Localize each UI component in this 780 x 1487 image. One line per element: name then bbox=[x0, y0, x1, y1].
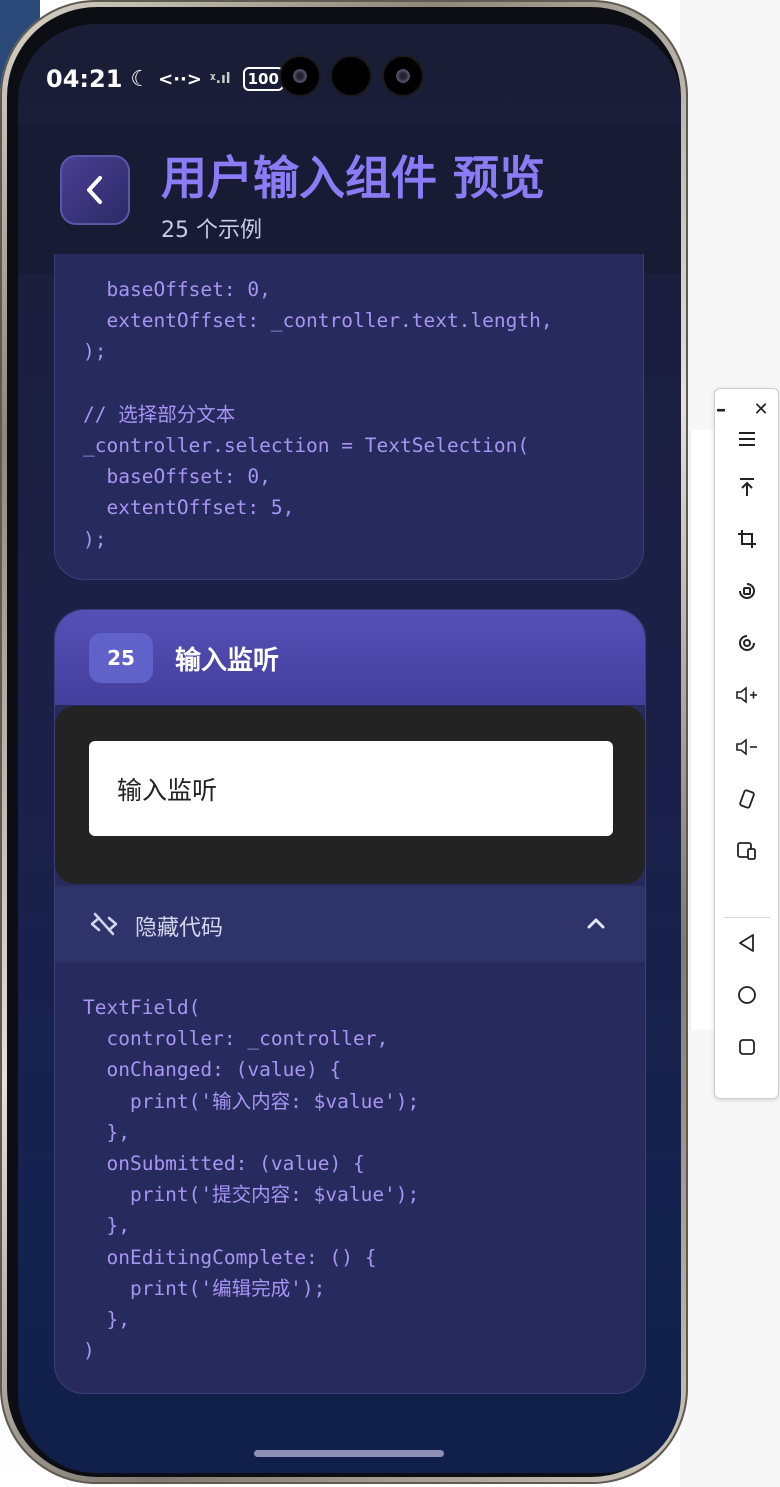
page-subtitle: 25 个示例 bbox=[161, 218, 262, 243]
menu-button[interactable] bbox=[715, 419, 778, 459]
emulator-toolbar: – ✕ bbox=[714, 388, 779, 1099]
nav-home-button[interactable] bbox=[715, 975, 778, 1015]
home-indicator[interactable] bbox=[254, 1450, 444, 1457]
record-button[interactable] bbox=[715, 623, 778, 663]
app-header: 用户输入组件 预览 25 个示例 bbox=[18, 124, 681, 274]
code-off-icon bbox=[89, 910, 119, 942]
code-line: }, bbox=[83, 1214, 130, 1238]
phone-frame: 04:21 ☾ <··> ᵡ.ıl 100 用户输入组件 预览 25 个示例 b… bbox=[0, 0, 688, 1484]
code-block: TextField( controller: _controller, onCh… bbox=[83, 992, 419, 1366]
code-line: TextField( bbox=[83, 996, 201, 1019]
shake-button[interactable] bbox=[715, 779, 778, 819]
code-line: ) bbox=[83, 1339, 95, 1363]
code-line: ); bbox=[83, 340, 107, 364]
nav-recents-button[interactable] bbox=[715, 1027, 778, 1067]
code-line: print('提交内容: $value'); bbox=[83, 1183, 420, 1207]
phone-screen: 04:21 ☾ <··> ᵡ.ıl 100 用户输入组件 预览 25 个示例 b… bbox=[18, 24, 681, 1473]
moon-icon: ☾ bbox=[130, 66, 151, 92]
rotate-button[interactable] bbox=[715, 571, 778, 611]
multi-device-button[interactable] bbox=[715, 831, 778, 871]
volume-up-icon bbox=[735, 686, 757, 704]
card-header: 25 输入监听 bbox=[55, 610, 645, 705]
record-icon bbox=[738, 635, 755, 651]
code-line: onEditingComplete: () { bbox=[83, 1245, 377, 1269]
shake-icon bbox=[738, 789, 755, 809]
circle-home-icon bbox=[737, 986, 756, 1004]
chevron-up-icon bbox=[585, 912, 607, 938]
pin-top-icon bbox=[739, 478, 754, 496]
hide-code-toggle[interactable]: 隐藏代码 bbox=[55, 886, 645, 962]
camera-lens-icon bbox=[384, 57, 422, 95]
signal-icon: ᵡ.ıl bbox=[209, 71, 231, 87]
triangle-back-icon bbox=[738, 934, 754, 952]
code-line: // 选择部分文本 bbox=[83, 402, 236, 426]
code-line: print('输入内容: $value'); bbox=[83, 1089, 420, 1113]
back-button[interactable] bbox=[60, 155, 130, 225]
menu-icon bbox=[738, 432, 755, 446]
code-block: baseOffset: 0, extentOffset: _controller… bbox=[83, 274, 553, 555]
camera-lens-icon bbox=[281, 57, 319, 95]
devices-icon bbox=[736, 842, 756, 860]
camera-sensor-icon bbox=[332, 57, 370, 95]
page-title: 用户输入组件 预览 bbox=[161, 151, 546, 205]
screenshot-button[interactable] bbox=[715, 519, 778, 559]
status-bar: 04:21 ☾ <··> ᵡ.ıl 100 bbox=[46, 64, 284, 94]
crop-icon bbox=[737, 530, 756, 548]
code-line: ); bbox=[83, 527, 107, 551]
volume-up-button[interactable] bbox=[715, 675, 778, 715]
code-icon: <··> bbox=[158, 68, 202, 90]
rotate-icon bbox=[738, 583, 755, 599]
code-line: print('编辑完成'); bbox=[83, 1276, 326, 1300]
volume-down-icon bbox=[735, 738, 757, 756]
toggle-label: 隐藏代码 bbox=[135, 916, 224, 941]
code-line: _controller.selection = TextSelection( bbox=[83, 434, 530, 457]
square-recents-icon bbox=[738, 1039, 755, 1055]
card-title: 输入监听 bbox=[175, 646, 280, 676]
previous-example-card: baseOffset: 0, extentOffset: _controller… bbox=[54, 254, 644, 580]
code-line: baseOffset: 0, bbox=[83, 278, 271, 301]
code-line: }, bbox=[83, 1120, 130, 1144]
status-time: 04:21 bbox=[46, 65, 123, 93]
volume-down-button[interactable] bbox=[715, 727, 778, 767]
code-line: extentOffset: _controller.text.length, bbox=[83, 309, 553, 333]
phone-bezel: 04:21 ☾ <··> ᵡ.ıl 100 用户输入组件 预览 25 个示例 b… bbox=[7, 7, 681, 1477]
example-number-badge: 25 bbox=[89, 633, 153, 683]
code-line: onChanged: (value) { bbox=[83, 1058, 342, 1082]
always-on-top-button[interactable] bbox=[715, 467, 778, 507]
chevron-left-icon bbox=[87, 176, 102, 204]
battery-indicator: 100 bbox=[242, 67, 284, 91]
code-line: }, bbox=[83, 1308, 130, 1332]
code-line: extentOffset: 5, bbox=[83, 496, 295, 520]
code-line: baseOffset: 0, bbox=[83, 465, 271, 489]
nav-back-button[interactable] bbox=[715, 923, 778, 963]
example-card: 25 输入监听 隐藏代码 bbox=[54, 609, 646, 1394]
listen-text-field[interactable] bbox=[89, 741, 613, 836]
code-line: controller: _controller, bbox=[83, 1027, 389, 1051]
preview-area bbox=[55, 706, 645, 884]
toolbar-divider bbox=[723, 917, 770, 918]
code-line: onSubmitted: (value) { bbox=[83, 1152, 365, 1176]
